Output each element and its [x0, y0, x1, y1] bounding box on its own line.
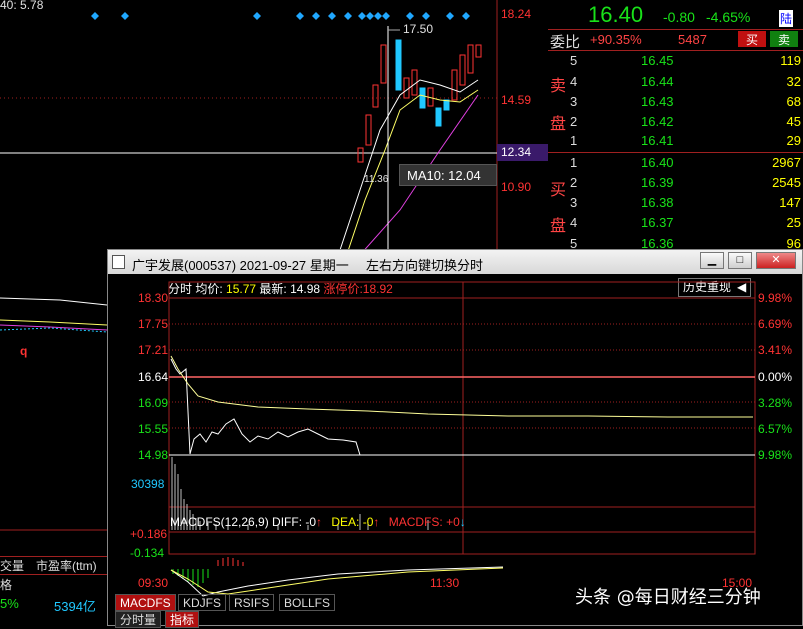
buy-row[interactable]: 1 16.40 2967 [548, 152, 803, 173]
bg-table-v2: 5394亿 [54, 599, 96, 614]
minimize-button[interactable]: ▁ [700, 252, 724, 269]
maximize-button[interactable]: □ [728, 252, 752, 269]
intraday-chart [168, 281, 756, 597]
volume-axis-label: 30398 [131, 477, 165, 491]
quote-price: 16.40 [588, 2, 644, 27]
popup-title: 广宇发展(000537) 2021-09-27 星期一 [132, 258, 349, 273]
sell-button[interactable]: 卖 [770, 31, 798, 47]
pct-axis-label: 6.69% [758, 317, 793, 331]
weibi-diff: 5487 [678, 32, 707, 47]
pct-axis-label: 9.98% [758, 291, 793, 305]
price-axis-label: 17.75 [138, 317, 169, 331]
price-axis-label: 15.55 [138, 422, 169, 436]
tab-volume[interactable]: 分时量 [115, 611, 162, 628]
pct-axis-label: 0.00% [758, 370, 793, 384]
weibi-label: 委比 [550, 34, 581, 51]
bg-low-label: 11.36 [364, 174, 389, 185]
bg-axis-2: 14.59 [501, 93, 532, 107]
bg-table-v1: 5% [0, 596, 19, 611]
pct-axis-label: 9.98% [758, 448, 793, 462]
bg-axis-1: 18.24 [501, 7, 532, 21]
sell-row[interactable]: 3 16.43 68 [548, 91, 803, 112]
popup-hint: 左右方向键切换分时 [366, 258, 484, 273]
market-badge: 陆 [779, 10, 794, 27]
tab-rsifs[interactable]: RSIFS [229, 594, 275, 611]
price-axis-label: 16.64 [138, 370, 169, 384]
sell-row[interactable]: 2 16.42 45 [548, 111, 803, 132]
bg-axis-4: 10.90 [501, 180, 532, 194]
time-axis-label: 09:30 [138, 576, 169, 590]
time-axis-label: 11:30 [430, 576, 460, 590]
macd-axis-label: +0.186 [130, 527, 168, 541]
close-button[interactable]: ✕ [756, 252, 796, 269]
ma-tooltip: MA10: 12.04 [399, 164, 497, 186]
buy-row[interactable]: 2 16.39 2545 [548, 172, 803, 193]
macd-axis-label: -0.134 [130, 546, 165, 560]
pct-axis-label: 6.57% [758, 422, 793, 436]
tab-kdjfs[interactable]: KDJFS [178, 594, 227, 611]
bg-max-price-label: 17.50 [403, 22, 434, 36]
bg-q-marker: q [20, 344, 28, 358]
sell-row[interactable]: 5 16.45 119 [548, 50, 803, 71]
pct-axis-label: 3.28% [758, 396, 793, 410]
bg-top-label: 40: 5.78 [0, 0, 44, 12]
weibi-value: +90.35% [590, 32, 642, 47]
tab-bollfs[interactable]: BOLLFS [279, 594, 336, 611]
tab-macdfs[interactable]: MACDFS [115, 594, 176, 611]
buy-row[interactable]: 4 16.37 25 [548, 212, 803, 233]
signal-markers [91, 12, 470, 20]
window-icon [112, 255, 125, 269]
pct-axis-label: 3.41% [758, 343, 793, 357]
price-axis-label: 14.98 [138, 448, 169, 462]
intraday-popup-window: 广宇发展(000537) 2021-09-27 星期一 左右方向键切换分时 ▁ … [107, 249, 803, 628]
weibi-row: 委比 +90.35% 5487 买 卖 [548, 29, 803, 51]
price-axis-label: 18.30 [138, 291, 169, 305]
popup-titlebar[interactable]: 广宇发展(000537) 2021-09-27 星期一 左右方向键切换分时 ▁ … [108, 250, 802, 274]
macd-legend: MACDFS(12,26,9) DIFF: -0↑ DEA: -0↑ MACDF… [170, 515, 466, 529]
bg-table-h1: 交量 [0, 559, 25, 573]
sell-row[interactable]: 1 16.41 29 [548, 130, 803, 151]
bg-table-h3: 格 [0, 578, 13, 592]
buy-button[interactable]: 买 [738, 31, 766, 47]
bg-table-h2: 市盈率(ttm) [36, 559, 97, 573]
quote-change: -0.80 [663, 9, 695, 25]
buy-row[interactable]: 3 16.38 147 [548, 192, 803, 213]
price-axis-label: 16.09 [138, 396, 169, 410]
watermark-text: 头条 @每日财经三分钟 [575, 587, 761, 608]
bg-left-table: 交量 市盈率(ttm) 格 5% 5394亿 [0, 556, 107, 626]
price-axis-label: 17.21 [138, 343, 169, 357]
tab-indicator[interactable]: 指标 [165, 611, 200, 628]
quote-pct: -4.65% [706, 9, 751, 25]
bg-axis-current: 12.34 [497, 144, 548, 161]
sell-row[interactable]: 4 16.44 32 [548, 71, 803, 92]
